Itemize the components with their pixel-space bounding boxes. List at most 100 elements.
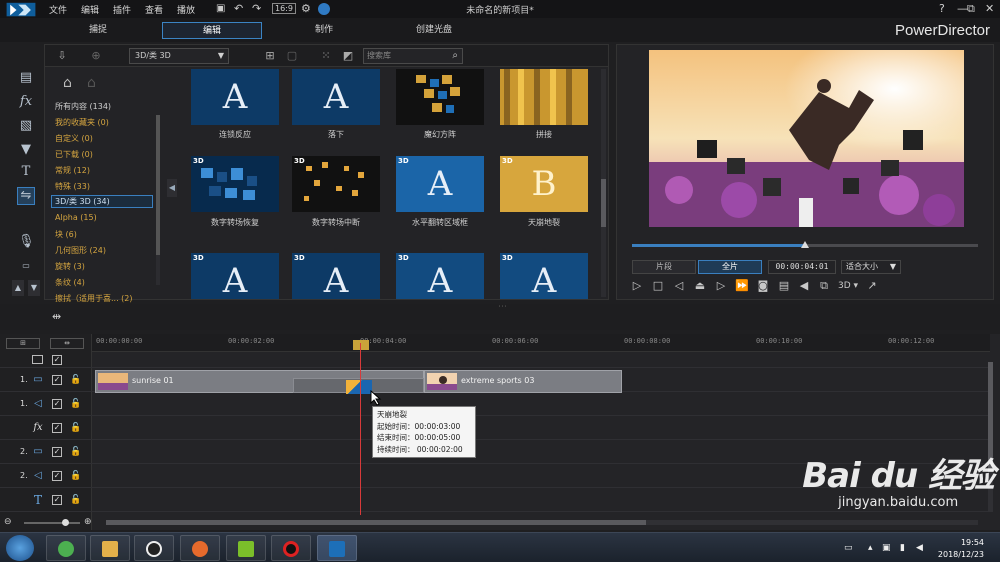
start-button[interactable] bbox=[6, 535, 34, 561]
category-alpha[interactable]: Alpha (15) bbox=[55, 213, 97, 222]
taskbar-app[interactable] bbox=[134, 535, 174, 561]
stop-icon[interactable]: □ bbox=[651, 279, 665, 293]
zoom-handle[interactable] bbox=[62, 519, 69, 526]
timeline-view-icon[interactable]: ⇹ bbox=[50, 338, 84, 349]
search-icon[interactable]: ⌕ bbox=[452, 49, 458, 63]
split-icon[interactable]: ⏏ bbox=[693, 279, 707, 293]
category-all[interactable]: 所有内容 (134) bbox=[55, 101, 111, 112]
category-scroll-thumb[interactable] bbox=[156, 115, 160, 255]
particle-room-icon[interactable]: ▼ bbox=[18, 142, 34, 158]
category-wipe[interactable]: 擦拭（适用于喜... (2) bbox=[55, 293, 133, 304]
volume-tray-icon[interactable]: ◀ bbox=[916, 543, 923, 553]
tab-edit[interactable]: 编辑 bbox=[162, 22, 262, 39]
mode-3d-toggle[interactable]: 3D ▾ bbox=[837, 279, 859, 293]
title-room-icon[interactable]: T bbox=[18, 164, 34, 180]
timeline-zoom-slider[interactable]: ⊖ ⊕ bbox=[4, 517, 92, 528]
category-special[interactable]: 特殊 (33) bbox=[55, 181, 90, 192]
lock-icon[interactable]: 🔓 bbox=[70, 470, 81, 482]
lock-icon[interactable]: 🔓 bbox=[70, 374, 81, 386]
system-clock[interactable]: 19:54 2018/12/23 bbox=[938, 537, 984, 561]
transition-thumb[interactable]: A bbox=[292, 69, 380, 125]
transition-thumb[interactable]: 3D bbox=[191, 156, 279, 212]
tab-capture[interactable]: 捕捉 bbox=[48, 22, 148, 39]
category-downloaded[interactable]: 已下载 (0) bbox=[55, 149, 93, 160]
timeline-scroll-thumb[interactable] bbox=[106, 520, 646, 525]
category-3d[interactable]: 3D/类 3D (34) bbox=[51, 195, 153, 208]
track-toggle-icon[interactable] bbox=[32, 355, 43, 364]
grid-view-icon[interactable]: ⁙ bbox=[319, 49, 333, 63]
external-preview-icon[interactable]: ↗ bbox=[865, 279, 879, 293]
play-icon[interactable]: ▷ bbox=[630, 279, 644, 293]
category-dropdown[interactable]: 3D/类 3D ▼ bbox=[129, 48, 229, 64]
next-frame-icon[interactable]: ▷ bbox=[714, 279, 728, 293]
clip-mode-toggle[interactable]: 片段 bbox=[632, 260, 696, 274]
transition-thumb[interactable]: A 3D bbox=[191, 253, 279, 299]
remove-tag-icon[interactable]: ⌂ bbox=[87, 75, 96, 91]
lock-icon[interactable]: 🔓 bbox=[70, 446, 81, 458]
taskbar-app[interactable] bbox=[46, 535, 86, 561]
zoom-in-icon[interactable]: ⊕ bbox=[84, 517, 92, 527]
effects-room-icon[interactable]: fx bbox=[18, 94, 34, 110]
fast-forward-icon[interactable]: ⏩ bbox=[735, 279, 749, 293]
category-favorites[interactable]: 我的收藏夹 (0) bbox=[55, 117, 109, 128]
category-custom[interactable]: 自定义 (0) bbox=[55, 133, 93, 144]
tab-create-disc[interactable]: 创建光盘 bbox=[384, 22, 484, 39]
taskbar-app-active[interactable] bbox=[317, 535, 357, 561]
snapshot-camera-icon[interactable]: ◙ bbox=[756, 279, 770, 293]
track-enable-checkbox[interactable]: ✓ bbox=[52, 471, 62, 481]
network-tray-icon[interactable]: ▮ bbox=[900, 543, 905, 553]
favorite-icon[interactable]: ▢ bbox=[285, 49, 299, 63]
subtitle-room-icon[interactable]: ▭ bbox=[18, 258, 34, 274]
library-search-input[interactable]: 搜索库 ⌕ bbox=[363, 48, 463, 64]
download-globe-icon[interactable]: ⊕ bbox=[89, 49, 103, 63]
subtitle-icon[interactable]: ▤ bbox=[777, 279, 791, 293]
transition-thumb[interactable]: 3D bbox=[292, 156, 380, 212]
track-enable-checkbox[interactable]: ✓ bbox=[52, 375, 62, 385]
lock-icon[interactable]: 🔓 bbox=[70, 398, 81, 410]
taskbar-app[interactable] bbox=[271, 535, 311, 561]
timeline-ruler[interactable]: 00:00:00:00 00:00:02:00 00:00:04:00 00:0… bbox=[92, 334, 990, 352]
preview-image[interactable] bbox=[649, 50, 964, 227]
transition-thumb[interactable] bbox=[500, 69, 588, 125]
category-general[interactable]: 常规 (12) bbox=[55, 165, 90, 176]
import-icon[interactable]: ⇩ bbox=[55, 49, 69, 63]
scroll-down-icon[interactable]: ▼ bbox=[28, 280, 40, 296]
undock-icon[interactable]: ⧉ bbox=[817, 279, 831, 293]
grid-scrollbar[interactable] bbox=[601, 69, 606, 297]
tray-expand-icon[interactable]: ▴ bbox=[868, 543, 873, 553]
category-geometric[interactable]: 几何图形 (24) bbox=[55, 245, 106, 256]
usb-tray-icon[interactable]: ▣ bbox=[882, 543, 891, 553]
add-tag-icon[interactable]: ⌂ bbox=[63, 75, 72, 91]
track-manager-icon[interactable]: ⊞ bbox=[6, 338, 40, 349]
keyboard-tray-icon[interactable]: ▭ bbox=[844, 543, 853, 553]
grid-scroll-thumb[interactable] bbox=[601, 179, 606, 227]
track-enable-checkbox[interactable]: ✓ bbox=[52, 447, 62, 457]
thumbnail-size-icon[interactable]: ◩ bbox=[341, 49, 355, 63]
enable-all-checkbox[interactable]: ✓ bbox=[52, 355, 62, 365]
timeline-horizontal-scrollbar[interactable] bbox=[106, 520, 978, 525]
media-room-icon[interactable]: ▤ bbox=[18, 70, 34, 86]
playhead-handle[interactable] bbox=[353, 340, 369, 350]
transition-thumb[interactable]: A 3D bbox=[396, 253, 484, 299]
transition-thumb[interactable] bbox=[396, 69, 484, 125]
close-button[interactable]: ✕ bbox=[985, 2, 994, 15]
volume-icon[interactable]: ◀ bbox=[797, 279, 811, 293]
audio-mixing-icon[interactable]: 🎙 bbox=[18, 234, 35, 250]
lock-icon[interactable]: 🔓 bbox=[70, 494, 81, 506]
timecode-display[interactable]: 00:00:04:01 bbox=[768, 260, 836, 274]
transition-thumb[interactable]: A 3D bbox=[500, 253, 588, 299]
taskbar-app[interactable] bbox=[180, 535, 220, 561]
scrub-handle[interactable] bbox=[801, 241, 809, 248]
splitter-handle[interactable]: ⋯ bbox=[498, 302, 507, 312]
transition-marker[interactable] bbox=[346, 380, 372, 394]
taskbar-app[interactable] bbox=[226, 535, 266, 561]
transition-thumb[interactable]: A 3D bbox=[396, 156, 484, 212]
zoom-fit-dropdown[interactable]: 适合大小 ▼ bbox=[841, 260, 901, 274]
tab-produce[interactable]: 制作 bbox=[274, 22, 374, 39]
track-enable-checkbox[interactable]: ✓ bbox=[52, 495, 62, 505]
movie-mode-toggle[interactable]: 全片 bbox=[698, 260, 762, 274]
collapse-panel-icon[interactable]: ◀ bbox=[167, 179, 177, 197]
transition-thumb[interactable]: B 3D bbox=[500, 156, 588, 212]
track-enable-checkbox[interactable]: ✓ bbox=[52, 423, 62, 433]
fit-timeline-icon[interactable]: ⇹ bbox=[52, 310, 61, 323]
